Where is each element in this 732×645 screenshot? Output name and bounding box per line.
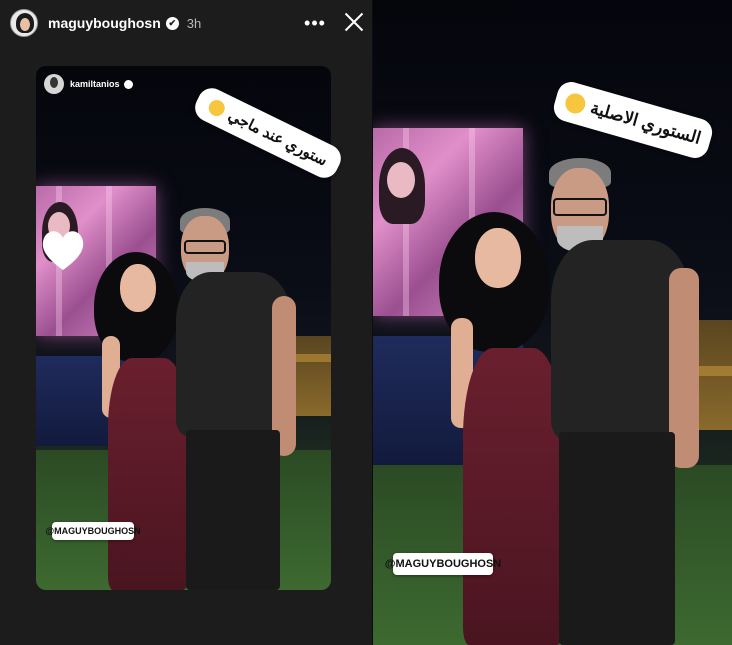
avatar-face: [20, 18, 30, 31]
man-figure: [373, 0, 732, 645]
story-timestamp: 3h: [186, 15, 202, 31]
story-username[interactable]: maguyboughosn: [48, 15, 161, 31]
man-pants: [559, 432, 675, 645]
shared-story-header: kamiltanios: [44, 74, 133, 94]
close-icon[interactable]: [340, 8, 368, 36]
story-photo-original: [373, 0, 732, 645]
story-viewer-left: maguyboughosn ✔ 3h ••• kamiltanios @MAGU…: [0, 0, 372, 645]
profile-avatar[interactable]: [10, 9, 38, 37]
smiling-emoji-icon: [562, 91, 588, 116]
man-glasses: [553, 198, 607, 216]
heart-sticker-icon[interactable]: [38, 226, 88, 274]
mention-tag[interactable]: @MAGUYBOUGHOSN: [45, 522, 141, 540]
more-options-button[interactable]: •••: [302, 10, 328, 36]
laughing-emoji-icon: [206, 97, 228, 119]
shared-verified-icon: [123, 79, 133, 89]
story-viewer-right: @MAGUYBOUGHOSN الستوري الاصلية: [373, 0, 732, 645]
man-glasses: [184, 240, 226, 254]
verified-badge-icon: ✔: [165, 16, 179, 30]
man-pants: [186, 430, 280, 590]
shared-username[interactable]: kamiltanios: [70, 79, 120, 89]
shared-avatar[interactable]: [44, 74, 64, 94]
mention-tag[interactable]: @MAGUYBOUGHOSN: [385, 553, 501, 575]
